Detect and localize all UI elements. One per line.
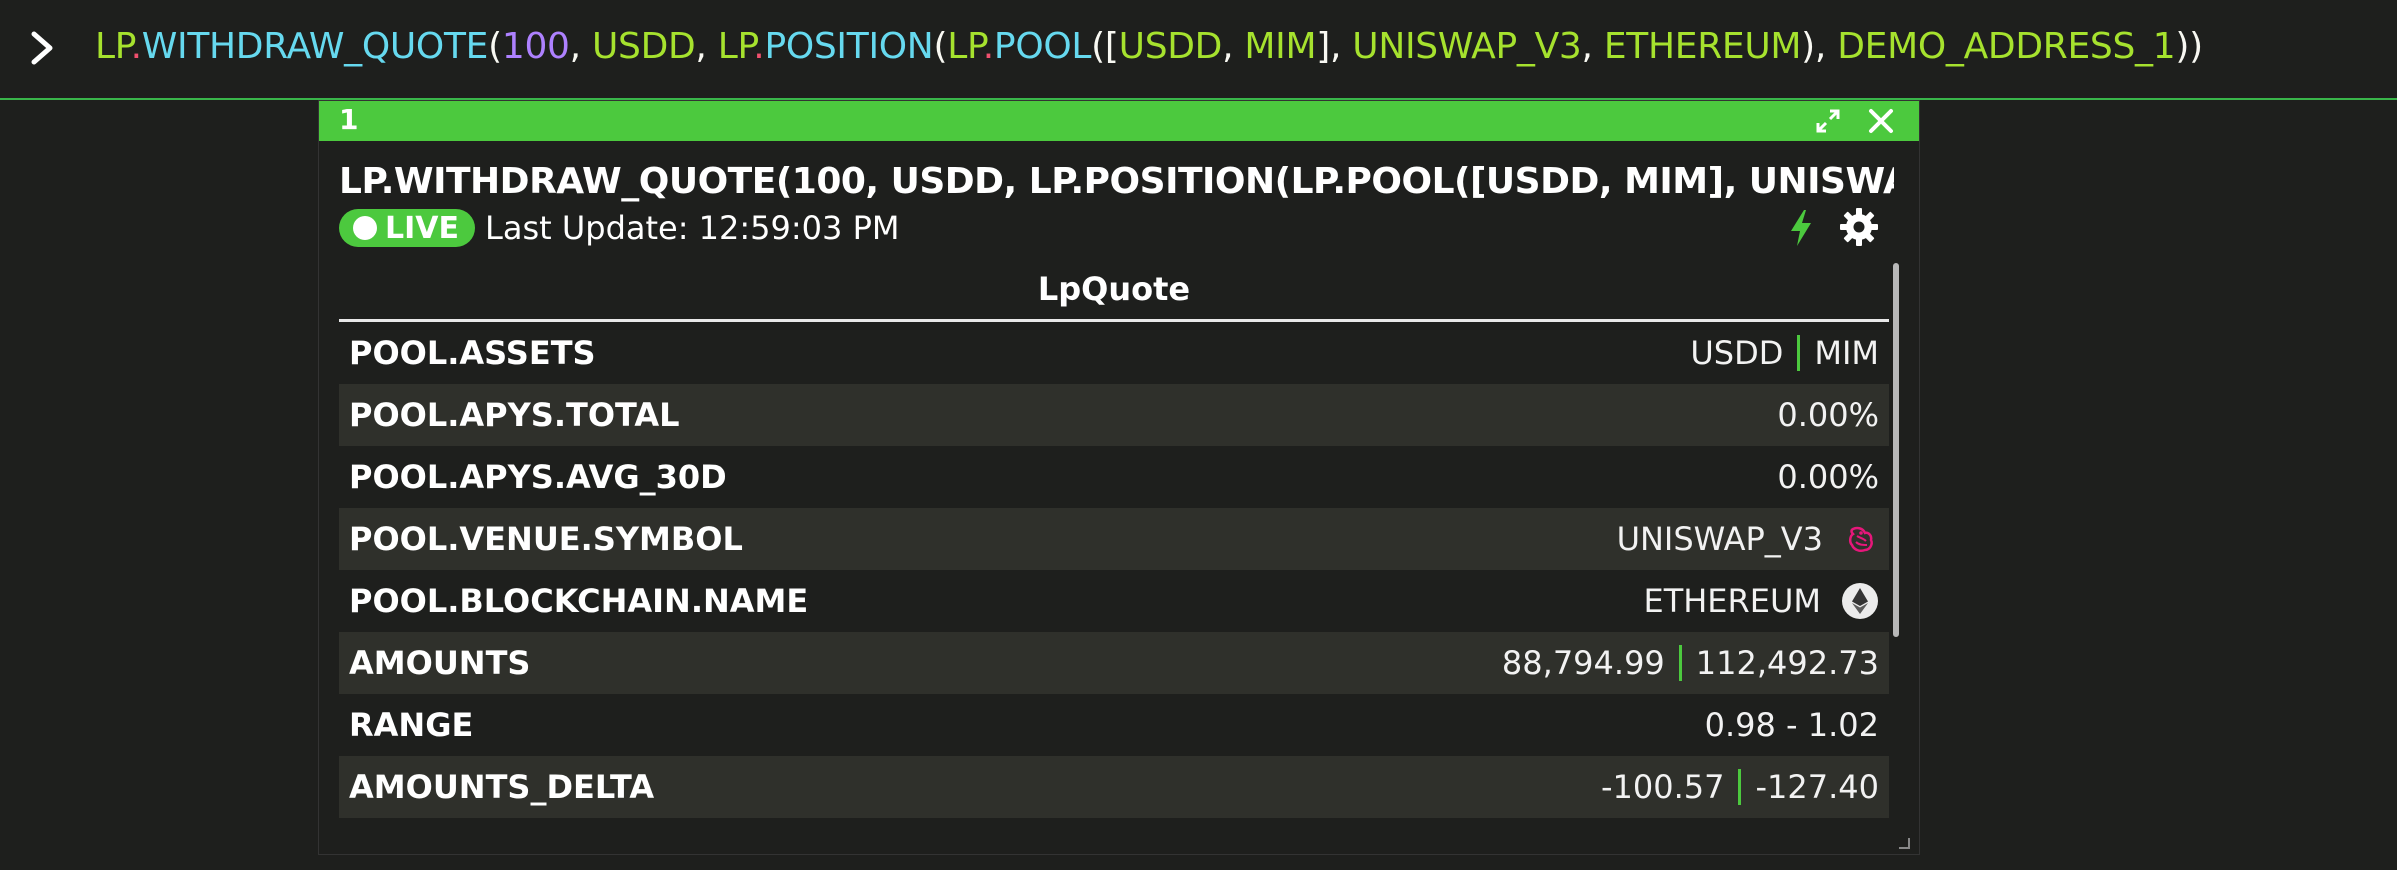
last-update: Last Update: 12:59:03 PM — [485, 209, 900, 247]
command-token: MIM — [1244, 26, 1317, 67]
gear-icon[interactable] — [1839, 207, 1879, 247]
value-text: MIM — [1814, 334, 1879, 372]
ethereum-icon — [1842, 583, 1878, 619]
command-bar[interactable]: LP.WITHDRAW_QUOTE(100, USDD, LP.POSITION… — [0, 0, 2397, 100]
row-key: AMOUNTS — [349, 644, 531, 682]
command-token: )) — [2175, 26, 2203, 67]
command-token: WITHDRAW_QUOTE — [141, 26, 489, 67]
row-value: 0.00% — [1777, 458, 1879, 496]
table-row[interactable]: POOL.APYS.AVG_30D 0.00% — [339, 446, 1889, 508]
row-value: ETHEREUM — [1643, 582, 1879, 620]
table-row[interactable]: POOL.APYS.TOTAL 0.00% — [339, 384, 1889, 446]
command-token: ([ — [1091, 26, 1119, 67]
command-token: , — [1222, 26, 1245, 67]
panel-number: 1 — [339, 103, 359, 136]
command-token: LP — [717, 26, 754, 67]
row-value: 0.98 - 1.02 — [1705, 706, 1879, 744]
row-key: POOL.APYS.TOTAL — [349, 396, 680, 434]
command-token: , — [1581, 26, 1604, 67]
expand-icon[interactable] — [1815, 108, 1841, 134]
row-key: POOL.ASSETS — [349, 334, 596, 372]
row-value: -100.57 -127.40 — [1601, 768, 1879, 806]
command-token: , — [569, 26, 592, 67]
bolt-icon[interactable] — [1788, 209, 1814, 247]
command-token: DEMO_ADDRESS_1 — [1837, 26, 2176, 67]
table-row[interactable]: POOL.BLOCKCHAIN.NAME ETHEREUM — [339, 570, 1889, 632]
command-token: . — [130, 26, 142, 67]
value-separator — [1678, 645, 1682, 681]
command-token: LP — [95, 26, 131, 67]
live-dot-icon — [353, 216, 377, 240]
value-text: -100.57 — [1600, 768, 1725, 806]
command-token: 100 — [501, 26, 570, 67]
command-token: POSITION — [764, 26, 934, 67]
row-value: 88,794.99 112,492.73 — [1502, 644, 1879, 682]
value-text: UNISWAP_V3 — [1616, 520, 1823, 558]
row-key: POOL.APYS.AVG_30D — [349, 458, 727, 496]
row-value: USDD MIM — [1690, 334, 1879, 372]
row-key: POOL.VENUE.SYMBOL — [349, 520, 743, 558]
row-value: UNISWAP_V3 — [1617, 520, 1879, 558]
command-input[interactable]: LP.WITHDRAW_QUOTE(100, USDD, LP.POSITION… — [95, 20, 2203, 74]
value-text: USDD — [1690, 334, 1784, 372]
command-token: UNISWAP_V3 — [1352, 26, 1582, 67]
command-token: ETHEREUM — [1603, 26, 1802, 67]
table-row[interactable]: AMOUNTS_DELTA -100.57 -127.40 — [339, 756, 1889, 818]
value-separator — [1738, 769, 1742, 805]
uniswap-icon — [1848, 526, 1873, 553]
value-separator — [1797, 335, 1801, 371]
panel-header[interactable]: 1 — [319, 101, 1919, 141]
row-key: RANGE — [349, 706, 474, 744]
value-text: 112,492.73 — [1695, 644, 1879, 682]
value-text: 0.00% — [1777, 458, 1879, 496]
value-text: 0.00% — [1777, 396, 1879, 434]
table-row[interactable]: POOL.VENUE.SYMBOL UNISWAP_V3 — [339, 508, 1889, 570]
table-row[interactable]: POOL.ASSETS USDD MIM — [339, 322, 1889, 384]
value-text: 88,794.99 — [1501, 644, 1665, 682]
panel-title: LP.WITHDRAW_QUOTE(100, USDD, LP.POSITION… — [339, 161, 1894, 202]
command-token: LP — [947, 26, 983, 67]
row-value: 0.00% — [1777, 396, 1879, 434]
command-token: POOL — [993, 26, 1092, 67]
command-token: . — [982, 26, 994, 67]
row-key: AMOUNTS_DELTA — [349, 768, 655, 806]
chevron-right-icon — [31, 31, 53, 65]
table-row[interactable]: AMOUNTS 88,794.99 112,492.73 — [339, 632, 1889, 694]
quote-table: POOL.ASSETS USDD MIM POOL.APYS.TOTAL 0.00% PO… — [339, 322, 1889, 818]
value-text: ETHEREUM — [1643, 582, 1821, 620]
command-token: ], — [1316, 26, 1353, 67]
value-text: 0.98 - 1.02 — [1704, 706, 1879, 744]
live-badge: LIVE — [339, 209, 475, 247]
live-label: LIVE — [385, 210, 459, 246]
close-icon[interactable] — [1867, 107, 1895, 135]
scrollbar[interactable] — [1893, 263, 1899, 637]
command-token: ), — [1801, 26, 1838, 67]
quote-panel: 1 LP.WITHDRAW_QUOTE(100, USDD, LP.POSITI… — [318, 100, 1920, 855]
table-row[interactable]: RANGE 0.98 - 1.02 — [339, 694, 1889, 756]
resize-handle-icon[interactable] — [1897, 836, 1911, 850]
row-key: POOL.BLOCKCHAIN.NAME — [349, 582, 809, 620]
command-token: , — [695, 26, 718, 67]
value-text: -127.40 — [1755, 768, 1879, 806]
command-token: USDD — [1118, 26, 1223, 67]
table-title: LpQuote — [1037, 270, 1191, 308]
command-token: ( — [488, 26, 502, 67]
command-token: USDD — [591, 26, 696, 67]
command-token: . — [753, 26, 765, 67]
command-token: ( — [933, 26, 948, 67]
